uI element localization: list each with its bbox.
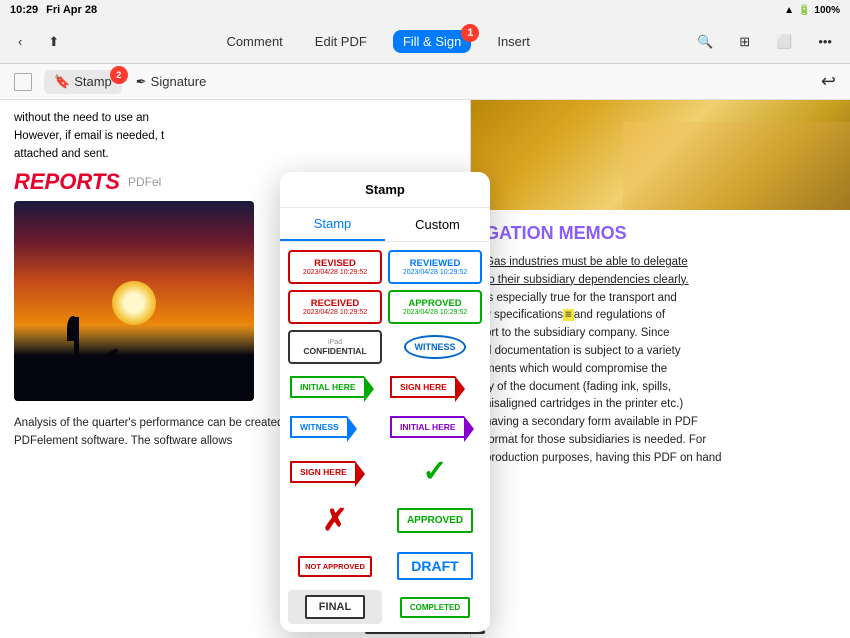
stamp-tab-stamp[interactable]: Stamp xyxy=(280,208,385,241)
signature-label: Signature xyxy=(151,74,207,89)
share-icon: ⬆ xyxy=(48,34,59,50)
main-toolbar: ‹ ⬆ Comment Edit PDF Fill & Sign 1 Inser… xyxy=(0,20,850,64)
pdf-element-text: PDFel xyxy=(128,175,161,189)
fill-sign-badge: 1 xyxy=(461,24,479,42)
stamp-item-checkmark[interactable]: ✓ xyxy=(388,450,482,493)
right-document: GATION MEMOS Gas industries must be able… xyxy=(470,100,850,638)
witness-arrow-label: WITNESS xyxy=(290,416,347,438)
confidential-label: CONFIDENTIAL xyxy=(303,346,366,356)
stamp-item-completed[interactable]: COMPLETED xyxy=(388,590,482,624)
witness-oval-label: WITNESS xyxy=(404,335,465,359)
checkmark-symbol: ✓ xyxy=(422,454,447,489)
right-paragraph: Gas industries must be able to delegatet… xyxy=(485,254,836,468)
more-button[interactable]: ••• xyxy=(812,30,838,53)
screen-button[interactable]: ⬜ xyxy=(770,30,798,54)
stamp-item-received[interactable]: RECEIVED 2023/04/28 10:29:52 xyxy=(288,290,382,324)
stamp-item-crossmark[interactable]: ✗ xyxy=(288,499,382,542)
fill-sign-label: Fill & Sign xyxy=(403,34,462,49)
sign-here-2-label: SIGN HERE xyxy=(290,461,355,483)
stamp-item-initial-here-green[interactable]: INITIAL HERE xyxy=(288,370,382,404)
status-bar: 10:29 Fri Apr 28 ▲ 🔋 100% xyxy=(0,0,850,20)
insert-label: Insert xyxy=(497,34,530,49)
reviewed-date: 2023/04/28 10:29:52 xyxy=(403,269,467,276)
chevron-left-icon: ‹ xyxy=(18,34,22,49)
undo-button[interactable]: ↩ xyxy=(821,71,836,92)
revised-date: 2023/04/28 10:29:52 xyxy=(303,269,367,276)
status-time: 10:29 xyxy=(10,4,38,16)
stamp-popup: Stamp Stamp Custom REVISED 2023/04/28 10… xyxy=(280,172,490,632)
stamp-item-sign-here-red[interactable]: SIGN HERE xyxy=(388,370,482,404)
undo-icon: ↩ xyxy=(821,71,836,91)
comment-button[interactable]: Comment xyxy=(220,30,288,53)
stamp-badge: 2 xyxy=(110,66,128,84)
stamp-item-approved-box[interactable]: APPROVED xyxy=(388,499,482,542)
stamp-item-not-approved[interactable]: NOT APPROVED xyxy=(288,548,382,584)
completed-label: COMPLETED xyxy=(400,597,470,618)
ellipsis-icon: ••• xyxy=(818,34,832,49)
search-button[interactable]: 🔍 xyxy=(691,30,719,54)
left-paragraph-1: without the need to use an xyxy=(14,110,456,128)
not-approved-label: NOT APPROVED xyxy=(298,556,372,577)
insert-button[interactable]: Insert xyxy=(491,30,536,53)
left-paragraph-3: attached and sent. xyxy=(14,146,456,164)
battery-icon: 🔋 xyxy=(798,5,810,16)
battery-level: 100% xyxy=(814,5,840,16)
grid-icon: ⊞ xyxy=(739,34,750,50)
left-paragraph-2: However, if email is needed, t xyxy=(14,128,456,146)
received-date: 2023/04/28 10:29:52 xyxy=(303,309,367,316)
share-button[interactable]: ⬆ xyxy=(42,30,65,54)
edit-pdf-button[interactable]: Edit PDF xyxy=(309,30,373,53)
fill-sign-button[interactable]: Fill & Sign xyxy=(393,30,472,53)
back-button[interactable]: ‹ xyxy=(12,30,28,53)
initial-here-purple-label: INITIAL HERE xyxy=(390,416,464,438)
stamp-item-final[interactable]: FINAL xyxy=(288,590,382,624)
left-doc-top-text: without the need to use an However, if e… xyxy=(0,100,470,163)
reports-heading: REPORTS xyxy=(14,169,120,195)
main-content: without the need to use an However, if e… xyxy=(0,100,850,638)
stamp-item-approved-date[interactable]: APPROVED 2023/04/28 10:29:52 xyxy=(388,290,482,324)
stamp-tabs: Stamp Custom xyxy=(280,208,490,242)
final-label: FINAL xyxy=(305,595,365,619)
sign-here-red-label: SIGN HERE xyxy=(390,376,455,398)
crossmark-symbol: ✗ xyxy=(322,503,347,538)
pen-icon: ✒ xyxy=(136,74,147,90)
draft-label: DRAFT xyxy=(397,552,472,580)
stamp-item-sign-here-2[interactable]: SIGN HERE xyxy=(288,450,382,493)
stamp-popup-title: Stamp xyxy=(280,172,490,208)
selection-tool[interactable] xyxy=(14,73,32,91)
approved-date: 2023/04/28 10:29:52 xyxy=(403,309,467,316)
initial-here-green-label: INITIAL HERE xyxy=(290,376,364,398)
search-icon: 🔍 xyxy=(697,34,713,50)
approved-date-label: APPROVED xyxy=(408,298,461,309)
wifi-icon: ▲ xyxy=(784,5,794,16)
signature-button[interactable]: ✒ Signature xyxy=(126,70,217,94)
stamp-item-confidential[interactable]: iPad CONFIDENTIAL xyxy=(288,330,382,364)
stamp-item-draft[interactable]: DRAFT xyxy=(388,548,482,584)
stamp-tab-custom[interactable]: Custom xyxy=(385,208,490,241)
stamp-item-revised[interactable]: REVISED 2023/04/28 10:29:52 xyxy=(288,250,382,284)
sunset-image xyxy=(14,201,254,401)
sub-toolbar: 🔖 Stamp 2 ✒ Signature ↩ xyxy=(0,64,850,100)
revised-label: REVISED xyxy=(314,258,356,269)
right-doc-text: GATION MEMOS Gas industries must be able… xyxy=(471,210,850,478)
stamp-label: Stamp xyxy=(74,74,112,89)
comment-label: Comment xyxy=(226,34,282,49)
received-label: RECEIVED xyxy=(311,298,360,309)
stamp-item-witness-oval[interactable]: WITNESS xyxy=(388,330,482,364)
right-top-image xyxy=(471,100,850,210)
edit-pdf-label: Edit PDF xyxy=(315,34,367,49)
stamp-item-witness-arrow[interactable]: WITNESS xyxy=(288,410,382,444)
stamp-icon: 🔖 xyxy=(54,74,70,90)
stamp-item-reviewed[interactable]: REVIEWED 2023/04/28 10:29:52 xyxy=(388,250,482,284)
reviewed-label: REVIEWED xyxy=(410,258,461,269)
status-day: Fri Apr 28 xyxy=(46,4,97,16)
right-heading: GATION MEMOS xyxy=(485,220,836,248)
stamp-grid: REVISED 2023/04/28 10:29:52 REVIEWED 202… xyxy=(280,242,490,632)
stamp-item-initial-here-purple[interactable]: INITIAL HERE xyxy=(388,410,482,444)
screen-icon: ⬜ xyxy=(776,34,792,50)
grid-button[interactable]: ⊞ xyxy=(733,30,756,54)
ipad-label: iPad xyxy=(328,339,342,346)
approved-box-label: APPROVED xyxy=(397,508,473,533)
